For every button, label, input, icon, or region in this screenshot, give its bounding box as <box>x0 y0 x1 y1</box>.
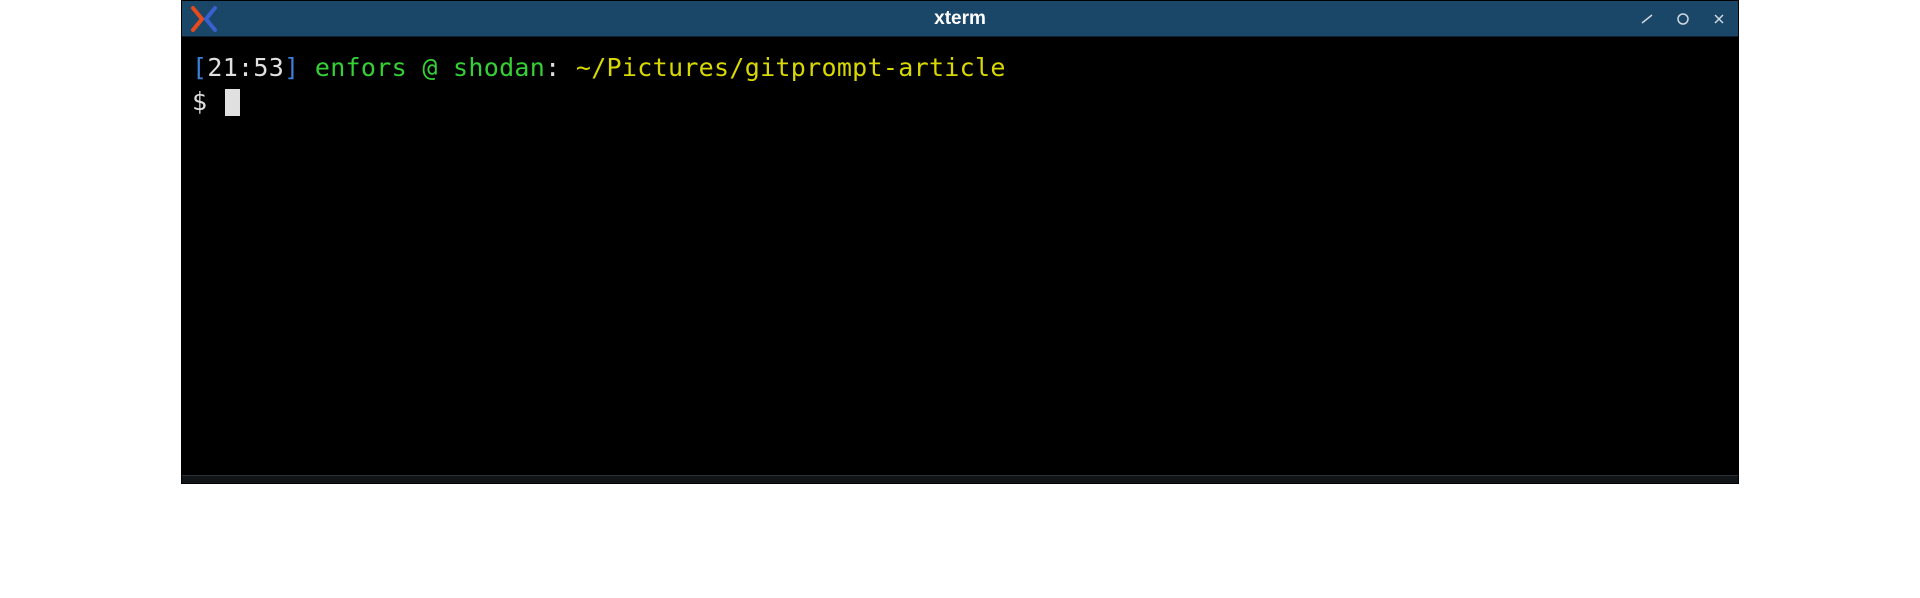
cursor <box>225 89 240 116</box>
terminal-window: xterm [21:53] enfors @ shodan: ~/Picture… <box>181 0 1739 484</box>
bracket-close: ] <box>284 53 299 82</box>
bracket-open: [ <box>192 53 207 82</box>
minimize-button[interactable] <box>1638 10 1656 28</box>
prompt-symbol: $ <box>192 87 207 116</box>
titlebar[interactable]: xterm <box>182 1 1738 37</box>
window-controls <box>1638 10 1728 28</box>
prompt-colon: : <box>545 53 560 82</box>
xterm-app-icon <box>188 3 220 35</box>
close-button[interactable] <box>1710 10 1728 28</box>
prompt-time: 21:53 <box>207 53 284 82</box>
prompt-line-2: $ <box>192 85 1728 119</box>
window-title: xterm <box>934 8 986 30</box>
prompt-path: ~/Pictures/gitprompt-article <box>576 53 1006 82</box>
terminal-body[interactable]: [21:53] enfors @ shodan: ~/Pictures/gitp… <box>182 37 1738 475</box>
window-bottom-border <box>182 475 1738 483</box>
prompt-at: @ <box>422 53 437 82</box>
prompt-line-1: [21:53] enfors @ shodan: ~/Pictures/gitp… <box>192 51 1728 85</box>
prompt-user: enfors <box>315 53 407 82</box>
maximize-button[interactable] <box>1674 10 1692 28</box>
prompt-host: shodan <box>453 53 545 82</box>
